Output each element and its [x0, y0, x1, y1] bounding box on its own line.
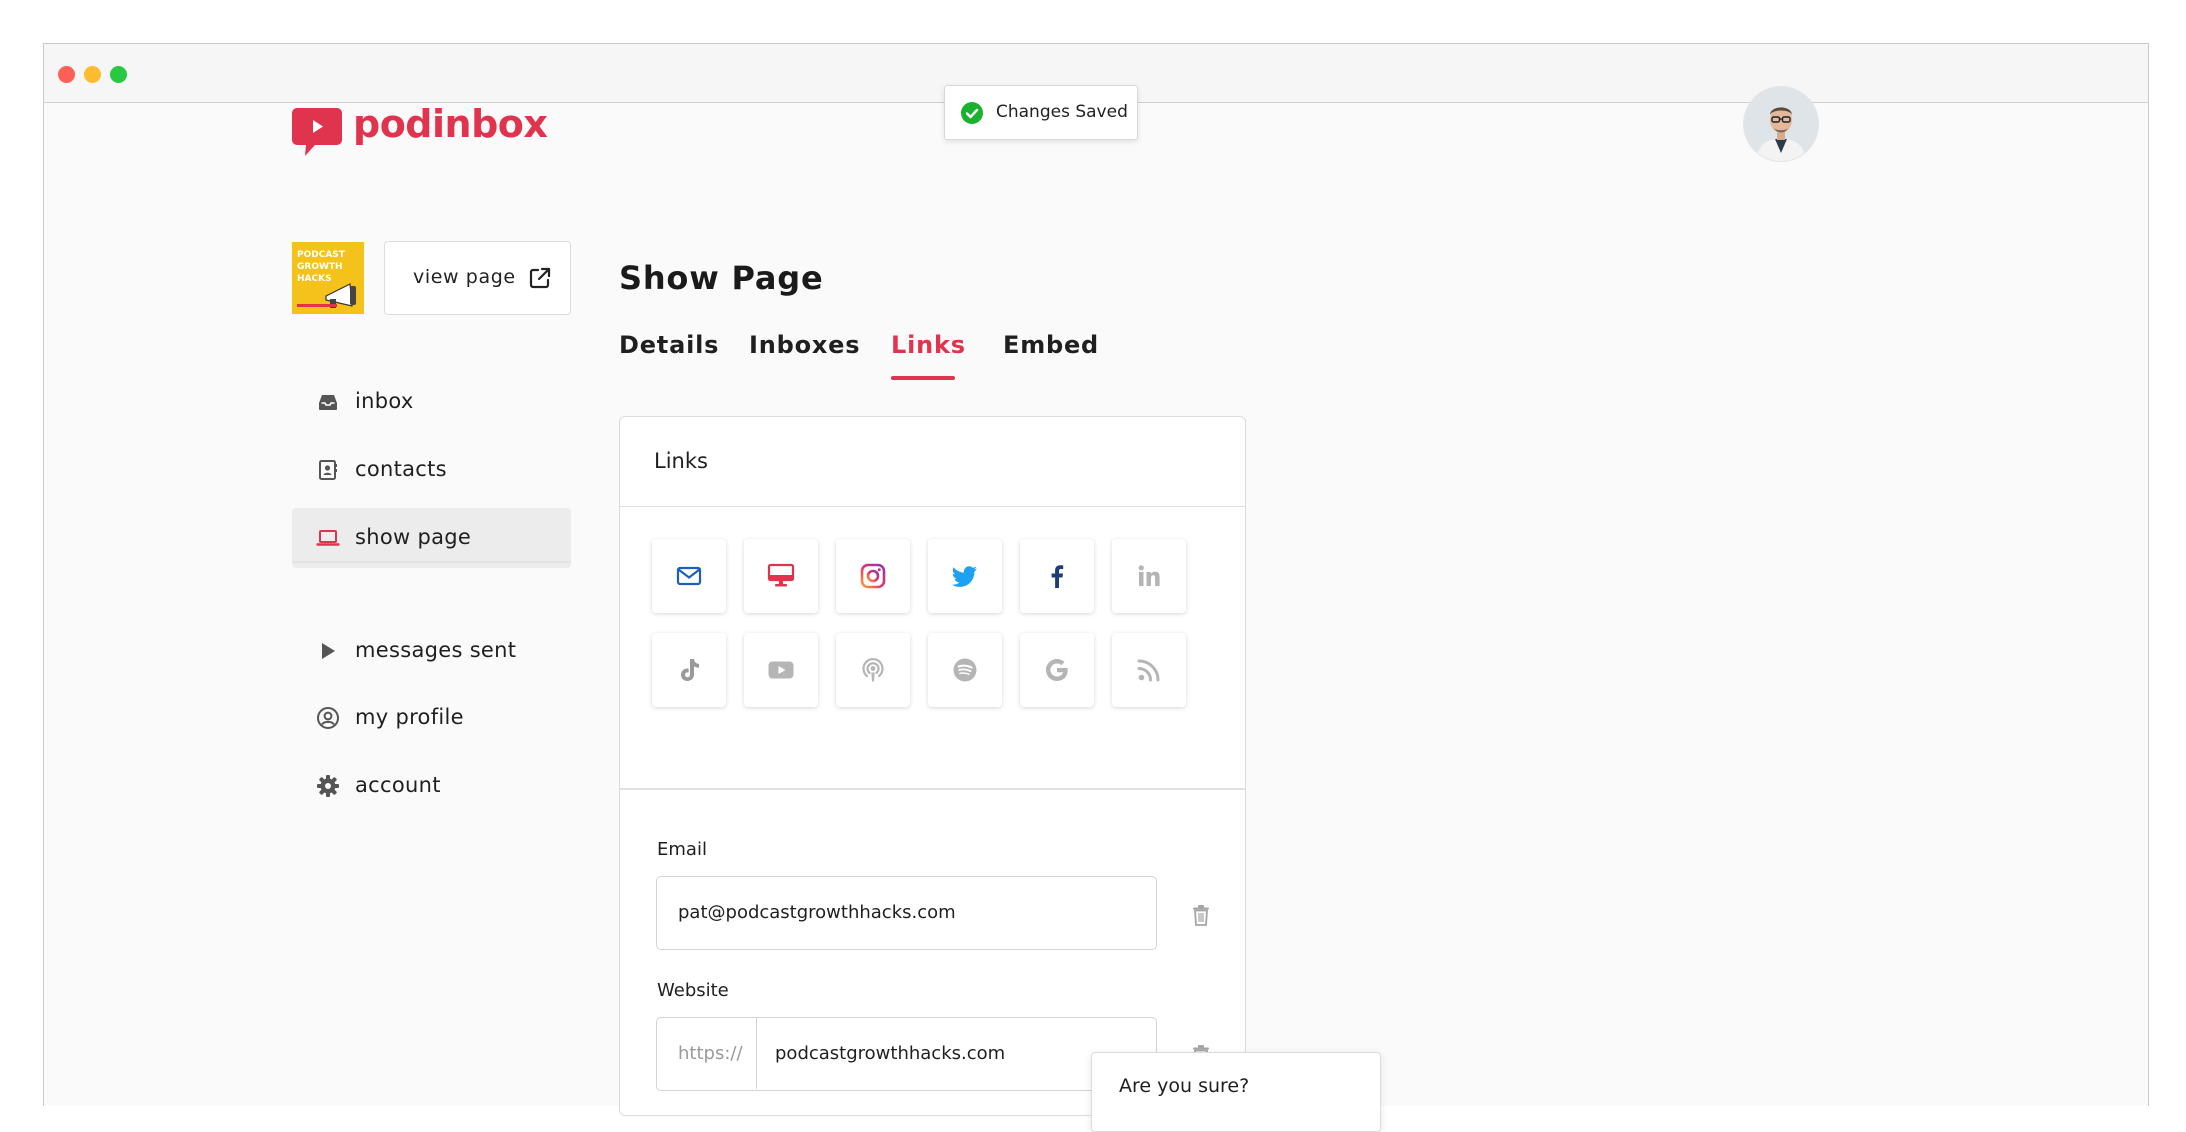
- social-apple-podcasts-button[interactable]: [836, 633, 910, 707]
- links-card-header: Links: [620, 417, 1245, 507]
- confirm-question: Are you sure?: [1119, 1075, 1250, 1097]
- email-field-label: Email: [657, 839, 707, 860]
- instagram-icon: [860, 563, 886, 589]
- facebook-icon: [1051, 565, 1064, 588]
- gear-icon: [317, 775, 339, 797]
- user-avatar[interactable]: [1744, 87, 1818, 161]
- delete-confirm-popover: Are you sure?: [1091, 1052, 1381, 1132]
- links-card-title: Links: [654, 449, 708, 473]
- social-linkedin-button[interactable]: [1112, 539, 1186, 613]
- toast-message: Changes Saved: [996, 102, 1128, 122]
- sidebar-item-my-profile[interactable]: my profile: [292, 688, 571, 748]
- sidebar-item-label: account: [355, 773, 441, 797]
- social-instagram-button[interactable]: [836, 539, 910, 613]
- close-window-button[interactable]: [58, 66, 75, 83]
- sidebar-item-label: my profile: [355, 705, 464, 729]
- delete-email-trash-icon[interactable]: [1191, 904, 1211, 926]
- links-card-separator: [620, 788, 1245, 790]
- sidebar-item-messages-sent[interactable]: messages sent: [292, 621, 571, 681]
- page-title: Show Page: [619, 259, 824, 297]
- changes-saved-toast: Changes Saved: [944, 85, 1138, 140]
- spotify-icon: [953, 658, 977, 682]
- sidebar-item-label: show page: [355, 525, 472, 549]
- podcast-icon: [862, 658, 884, 682]
- minimize-window-button[interactable]: [84, 66, 101, 83]
- tab-inboxes[interactable]: Inboxes: [749, 331, 860, 359]
- brand-name: podinbox: [353, 102, 548, 146]
- tiktok-icon: [681, 659, 699, 681]
- website-protocol-prefix: https://: [657, 1018, 757, 1089]
- contacts-icon: [319, 460, 337, 480]
- social-youtube-button[interactable]: [744, 633, 818, 707]
- sidebar-item-label: messages sent: [355, 638, 517, 662]
- sidebar-item-account[interactable]: account: [292, 756, 571, 816]
- tab-links[interactable]: Links: [891, 331, 966, 359]
- sidebar-item-show-page[interactable]: show page: [292, 508, 571, 568]
- sidebar-item-label: inbox: [355, 389, 414, 413]
- external-link-icon: [529, 267, 551, 289]
- email-field[interactable]: pat@podcastgrowthhacks.com: [656, 876, 1157, 950]
- thumbnail-strip: [297, 304, 337, 307]
- inbox-icon: [319, 395, 337, 410]
- sidebar-divider: [292, 561, 571, 563]
- view-page-label: view page: [413, 266, 516, 288]
- play-icon: [322, 643, 335, 659]
- show-thumbnail[interactable]: PODCAST GROWTH HACKS: [292, 242, 364, 314]
- links-card: Links Email pat@podcastgrowthhacks.com W…: [619, 416, 1246, 1116]
- laptop-icon: [316, 530, 340, 546]
- user-circle-icon: [317, 707, 339, 729]
- email-field-value: pat@podcastgrowthhacks.com: [678, 902, 956, 923]
- social-rss-button[interactable]: [1112, 633, 1186, 707]
- linkedin-icon: [1138, 565, 1160, 586]
- social-google-button[interactable]: [1020, 633, 1094, 707]
- social-facebook-button[interactable]: [1020, 539, 1094, 613]
- sidebar-item-contacts[interactable]: contacts: [292, 440, 571, 500]
- tab-details[interactable]: Details: [619, 331, 719, 359]
- avatar-photo: [1744, 87, 1818, 161]
- website-field-label: Website: [657, 980, 729, 1001]
- website-prefix-text: https://: [678, 1043, 743, 1064]
- desktop-icon: [767, 563, 795, 587]
- website-field[interactable]: https:// podcastgrowthhacks.com: [656, 1017, 1157, 1091]
- envelope-icon: [676, 566, 702, 586]
- social-twitter-button[interactable]: [928, 539, 1002, 613]
- check-circle-icon: [961, 102, 983, 124]
- social-spotify-button[interactable]: [928, 633, 1002, 707]
- maximize-window-button[interactable]: [110, 66, 127, 83]
- social-website-button[interactable]: [744, 539, 818, 613]
- sidebar-item-label: contacts: [355, 457, 447, 481]
- view-page-button[interactable]: view page: [384, 241, 571, 315]
- website-field-value: podcastgrowthhacks.com: [775, 1043, 1006, 1064]
- twitter-icon: [951, 566, 977, 587]
- logo-speech-bubble-icon: [292, 108, 342, 156]
- rss-icon: [1137, 659, 1160, 682]
- social-email-button[interactable]: [652, 539, 726, 613]
- tab-embed[interactable]: Embed: [1003, 331, 1099, 359]
- active-tab-indicator: [891, 376, 955, 380]
- google-icon: [1046, 659, 1068, 681]
- social-tiktok-button[interactable]: [652, 633, 726, 707]
- youtube-icon: [768, 661, 794, 679]
- sidebar-item-inbox[interactable]: inbox: [292, 372, 571, 432]
